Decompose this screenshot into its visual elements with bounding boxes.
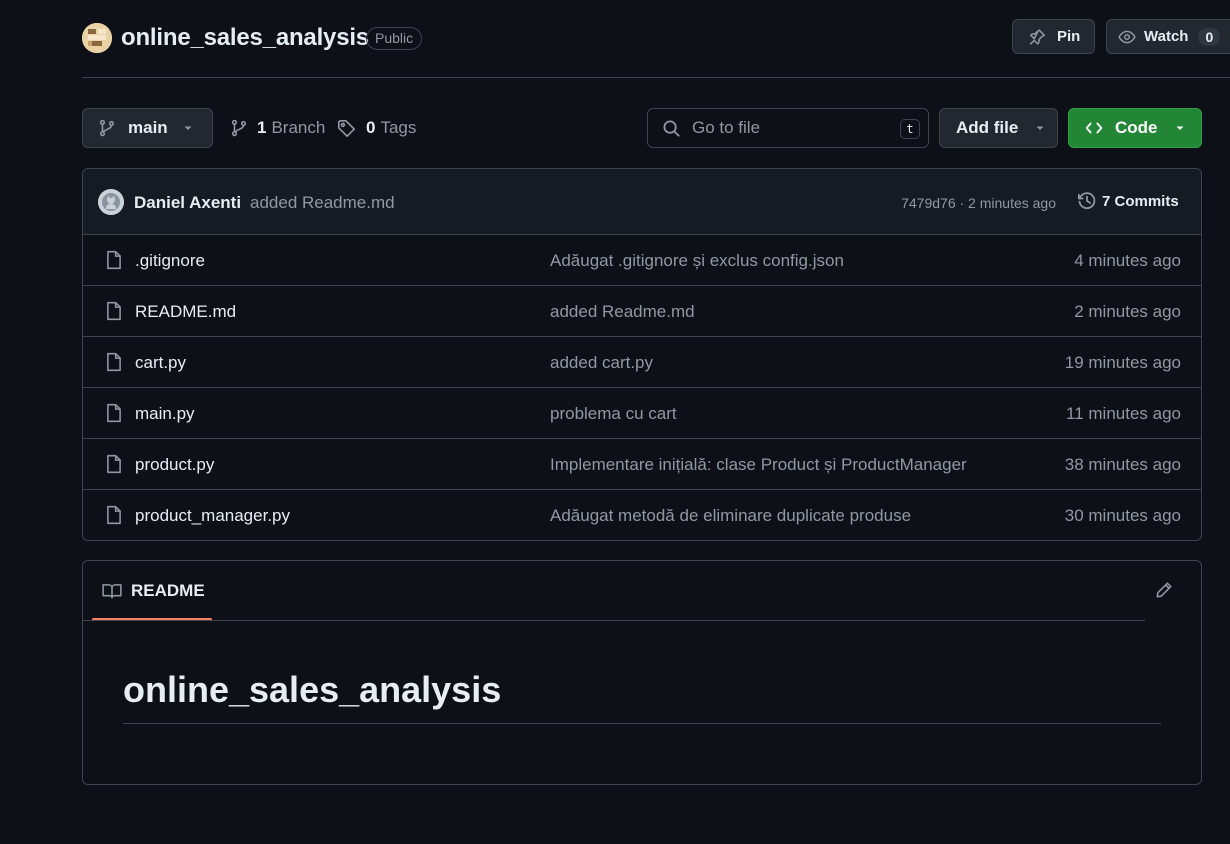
branch-count: 1 [257,118,267,137]
file-commit-message[interactable]: problema cu cart [550,404,677,424]
readme-header-divider [83,620,1145,621]
file-icon [105,352,123,372]
commit-author[interactable]: Daniel Axenti [134,193,241,213]
pin-label: Pin [1057,28,1081,45]
table-row[interactable]: .gitignore Adăugat .gitignore și exclus … [83,235,1201,286]
book-icon [102,582,122,600]
code-icon [1084,119,1104,137]
git-branch-icon [230,119,248,137]
pin-button[interactable]: Pin [1012,19,1095,54]
watch-label: Watch [1144,28,1189,45]
search-icon [662,119,681,138]
commits-history-link[interactable]: 7 Commits [1077,191,1179,211]
file-commit-time: 30 minutes ago [1064,506,1181,525]
tag-label: Tags [380,118,417,137]
pencil-icon[interactable] [1155,581,1173,599]
file-name[interactable]: product.py [135,455,214,475]
file-name[interactable]: cart.py [135,353,186,373]
file-commit-message[interactable]: added Readme.md [550,302,695,322]
table-row[interactable]: product.py Implementare inițială: clase … [83,439,1201,490]
file-icon [105,454,123,474]
tag-count: 0 [366,118,376,137]
commit-hash-time[interactable]: 7479d76 · 2 minutes ago [901,195,1056,211]
file-commit-message[interactable]: added cart.py [550,353,653,373]
table-row[interactable]: main.py problema cu cart 11 minutes ago [83,388,1201,439]
file-name[interactable]: .gitignore [135,251,205,271]
repo-owner-avatar[interactable] [82,23,112,53]
header-divider [82,77,1230,78]
file-name[interactable]: README.md [135,302,236,322]
tags-link[interactable]: 0 Tags [337,118,416,138]
readme-panel: README online_sales_analysis [82,560,1202,785]
watch-button[interactable]: Watch 0 [1106,19,1230,54]
branch-label: Branch [271,118,326,137]
latest-commit-row: Daniel Axenti added Readme.md 7479d76 · … [83,169,1201,235]
add-file-button[interactable]: Add file [939,108,1058,148]
file-commit-time: 4 minutes ago [1074,251,1181,270]
add-file-label: Add file [956,118,1019,137]
branch-selector[interactable]: main [82,108,213,148]
commits-label: 7 Commits [1102,192,1179,210]
go-to-file-input[interactable]: Go to file t [647,108,929,148]
watch-count: 0 [1198,27,1221,46]
git-branch-icon [98,119,116,137]
table-row[interactable]: product_manager.py Adăugat metodă de eli… [83,490,1201,540]
readme-heading: online_sales_analysis [123,669,502,710]
chevron-down-icon [1034,122,1046,134]
eye-icon [1117,28,1137,46]
file-icon [105,505,123,525]
chevron-down-icon [182,122,194,134]
file-icon [105,301,123,321]
search-shortcut-key: t [900,119,920,139]
file-name[interactable]: main.py [135,404,195,424]
history-icon [1077,191,1097,211]
file-commit-time: 2 minutes ago [1074,302,1181,321]
repo-name[interactable]: online_sales_analysis [121,24,369,52]
file-table: Daniel Axenti added Readme.md 7479d76 · … [82,168,1202,541]
file-commit-time: 38 minutes ago [1064,455,1181,474]
tag-icon [337,119,356,138]
author-avatar[interactable] [98,189,124,215]
readme-tab-label: README [131,581,205,600]
file-commit-time: 19 minutes ago [1064,353,1181,372]
file-commit-time: 11 minutes ago [1066,404,1181,423]
readme-header: README [83,561,1201,621]
commit-message[interactable]: added Readme.md [250,193,395,213]
table-row[interactable]: cart.py added cart.py 19 minutes ago [83,337,1201,388]
branches-link[interactable]: 1 Branch [230,118,325,138]
search-placeholder: Go to file [692,118,761,137]
tab-readme[interactable]: README [92,561,212,621]
file-commit-message[interactable]: Adăugat .gitignore și exclus config.json [550,251,844,271]
file-icon [105,403,123,423]
code-label: Code [1115,118,1158,137]
heading-rule [123,723,1161,724]
file-commit-message[interactable]: Implementare inițială: clase Product și … [550,455,967,475]
file-name[interactable]: product_manager.py [135,506,290,526]
visibility-badge: Public [366,27,423,50]
table-row[interactable]: README.md added Readme.md 2 minutes ago [83,286,1201,337]
file-icon [105,250,123,270]
code-button[interactable]: Code [1068,108,1202,148]
chevron-down-icon [1174,122,1186,134]
file-commit-message[interactable]: Adăugat metodă de eliminare duplicate pr… [550,506,911,526]
pin-icon [1028,28,1046,46]
branch-name: main [128,118,168,137]
